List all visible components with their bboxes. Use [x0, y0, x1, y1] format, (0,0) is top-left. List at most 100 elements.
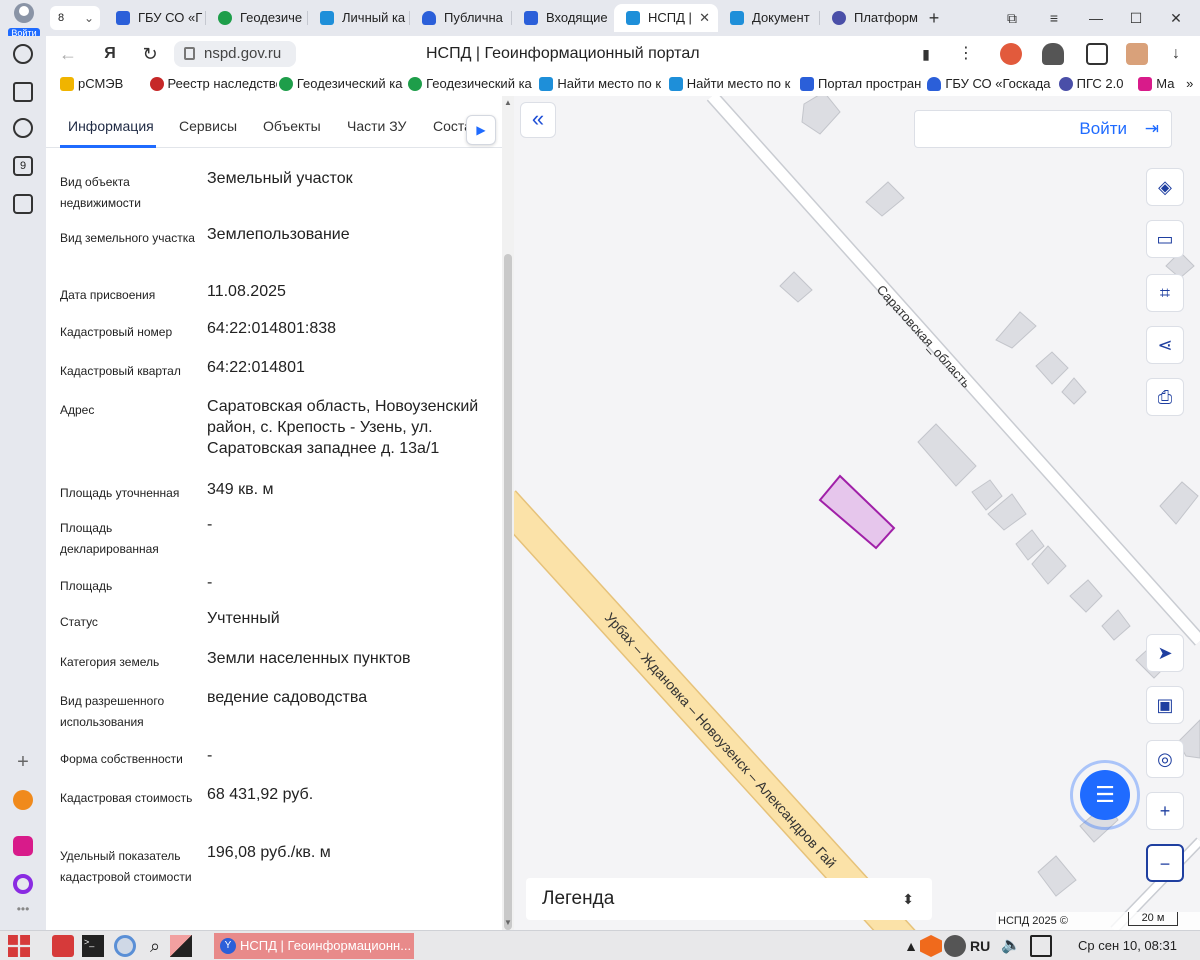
- share-button[interactable]: ⋖: [1146, 326, 1184, 364]
- bookmark-item[interactable]: Геодезический ка: [406, 72, 537, 96]
- mail-icon[interactable]: [13, 790, 33, 810]
- back-button[interactable]: ←: [56, 42, 80, 66]
- new-tab-button[interactable]: +: [922, 6, 946, 30]
- taskbar-window-button[interactable]: Y НСПД | Геоинформационн...: [214, 933, 414, 959]
- bookmark-item[interactable]: Найти место по к: [537, 72, 666, 96]
- more-options-icon[interactable]: ⋮: [954, 42, 978, 66]
- attribute-value: Землепользование: [207, 226, 350, 243]
- browser-tab[interactable]: ГБУ СО «Г: [104, 4, 206, 32]
- folder-icon: [60, 77, 74, 91]
- minimize-button[interactable]: —: [1084, 6, 1108, 30]
- scroll-down-arrow-icon[interactable]: ▼: [504, 918, 512, 927]
- building: [1035, 351, 1069, 385]
- attribute-label: Вид разрешенного использования: [60, 694, 165, 729]
- tray-app-icon[interactable]: [920, 935, 942, 957]
- scroll-tabs-right-button[interactable]: ▶: [466, 115, 496, 145]
- messenger-icon[interactable]: [13, 836, 33, 856]
- map-view[interactable]: Саратовская_область Урбах – Ждановка – Н…: [514, 96, 1200, 930]
- attribute-value: Саратовская область, Новоузенский район,…: [207, 398, 479, 457]
- minimap-button[interactable]: ▣: [1146, 686, 1184, 724]
- scrollbar-thumb[interactable]: [504, 254, 512, 930]
- tab-favicon-icon: [116, 11, 130, 25]
- address-bar: ← Я ↻ nspd.gov.ru НСПД | Геоинформационн…: [46, 36, 1200, 72]
- maximize-button[interactable]: ☐: [1124, 6, 1148, 30]
- search-place-button[interactable]: ◎: [1146, 740, 1184, 778]
- collapse-panel-button[interactable]: «: [520, 102, 556, 138]
- reload-button[interactable]: ↻: [138, 42, 162, 66]
- locate-button[interactable]: ➤: [1146, 634, 1184, 672]
- tray-network-icon[interactable]: [944, 935, 966, 957]
- screenshot-icon[interactable]: [13, 194, 33, 214]
- start-menu-icon[interactable]: [8, 935, 30, 957]
- terminal-icon[interactable]: >_: [82, 935, 104, 957]
- clock[interactable]: Ср сен 10, 08:31: [1078, 931, 1177, 960]
- zoom-out-button[interactable]: −: [1146, 844, 1184, 882]
- file-manager-icon[interactable]: [52, 935, 74, 957]
- browser-tab[interactable]: Публична: [410, 4, 512, 32]
- menu-icon[interactable]: ≡: [1042, 6, 1066, 30]
- tab-favicon-icon: [626, 11, 640, 25]
- browser-tab[interactable]: Личный ка: [308, 4, 410, 32]
- desktop-switch-icon[interactable]: [170, 935, 192, 957]
- browser-tab[interactable]: Геодезиче: [206, 4, 308, 32]
- tab-services[interactable]: Сервисы: [179, 118, 237, 134]
- tray-arrow-icon[interactable]: ▲: [900, 935, 922, 957]
- bookmark-item[interactable]: Геодезический ка: [277, 72, 406, 96]
- layers-button[interactable]: ◈: [1146, 168, 1184, 206]
- more-icon[interactable]: •••: [13, 902, 33, 922]
- bookmark-item[interactable]: Найти место по к: [667, 72, 798, 96]
- bookmark-item[interactable]: Портал простран: [798, 72, 925, 96]
- bookmark-item[interactable]: рСМЭВ: [58, 72, 148, 96]
- browser-tab[interactable]: Документ: [718, 4, 820, 32]
- browser-tab[interactable]: Входящие: [512, 4, 614, 32]
- collections-icon[interactable]: [1086, 43, 1108, 65]
- bookmark-item[interactable]: ГБУ СО «Госкада: [925, 72, 1056, 96]
- tab-information[interactable]: Информация: [68, 118, 154, 134]
- bookmarks-overflow-button[interactable]: »: [1180, 72, 1200, 96]
- tab-objects[interactable]: Объекты: [263, 118, 321, 134]
- attribute-value: Учтенный: [207, 610, 280, 627]
- scroll-up-arrow-icon[interactable]: ▲: [504, 98, 512, 107]
- notes-icon[interactable]: [13, 82, 33, 102]
- browser-icon[interactable]: [114, 935, 136, 957]
- profile-button[interactable]: Войти: [4, 3, 44, 38]
- tab-manager-icon[interactable]: ⧉: [1000, 6, 1024, 30]
- chat-button[interactable]: ☰: [1070, 760, 1140, 830]
- tab-favicon-icon: [730, 11, 744, 25]
- alice-assistant-icon[interactable]: [13, 874, 33, 894]
- browser-tab-active[interactable]: НСПД | ✕: [614, 4, 718, 32]
- bookmark-icon[interactable]: ▮: [914, 42, 938, 66]
- keyboard-language[interactable]: RU: [970, 931, 990, 960]
- extension-icon[interactable]: [1042, 43, 1064, 65]
- extension-icon[interactable]: [1126, 43, 1148, 65]
- close-window-button[interactable]: ✕: [1164, 6, 1188, 30]
- browser-tab[interactable]: Платформ: [820, 4, 922, 32]
- search-icon[interactable]: ⌕: [144, 935, 166, 957]
- object-info-panel: Информация Сервисы Объекты Части ЗУ Сост…: [46, 96, 514, 930]
- legend-panel[interactable]: Легенда ⬍: [526, 878, 932, 920]
- yandex-logo-icon[interactable]: Я: [98, 42, 122, 66]
- history-icon[interactable]: [13, 44, 33, 64]
- display-icon[interactable]: [1030, 935, 1052, 957]
- attribute-label: Вид объекта недвижимости: [60, 175, 141, 210]
- ruler-button[interactable]: ▭: [1146, 220, 1184, 258]
- login-button[interactable]: Войти ⇥: [914, 110, 1172, 148]
- downloads-icon[interactable]: ↓: [1164, 42, 1188, 66]
- tab-parts[interactable]: Части ЗУ: [347, 118, 406, 134]
- add-panel-icon[interactable]: +: [13, 752, 33, 772]
- print-button[interactable]: ⎙: [1146, 378, 1184, 416]
- volume-icon[interactable]: 🔈: [1000, 935, 1022, 957]
- zoom-in-button[interactable]: +: [1146, 792, 1184, 830]
- bookmark-item[interactable]: ПГС 2.0: [1057, 72, 1137, 96]
- play-icon[interactable]: [13, 118, 33, 138]
- bookmark-item[interactable]: Ма: [1136, 72, 1180, 96]
- chevron-right-icon: ▶: [476, 123, 486, 137]
- url-field[interactable]: nspd.gov.ru: [174, 41, 296, 67]
- area-select-button[interactable]: ⌗: [1146, 274, 1184, 312]
- calendar-icon[interactable]: 9: [13, 156, 33, 176]
- attribute-label: Дата присвоения: [60, 288, 156, 302]
- close-tab-icon[interactable]: ✕: [699, 4, 710, 32]
- tab-count-button[interactable]: 8 ⌄: [50, 6, 100, 30]
- bookmark-item[interactable]: Реестр наследстве: [148, 72, 277, 96]
- extension-icon[interactable]: [1000, 43, 1022, 65]
